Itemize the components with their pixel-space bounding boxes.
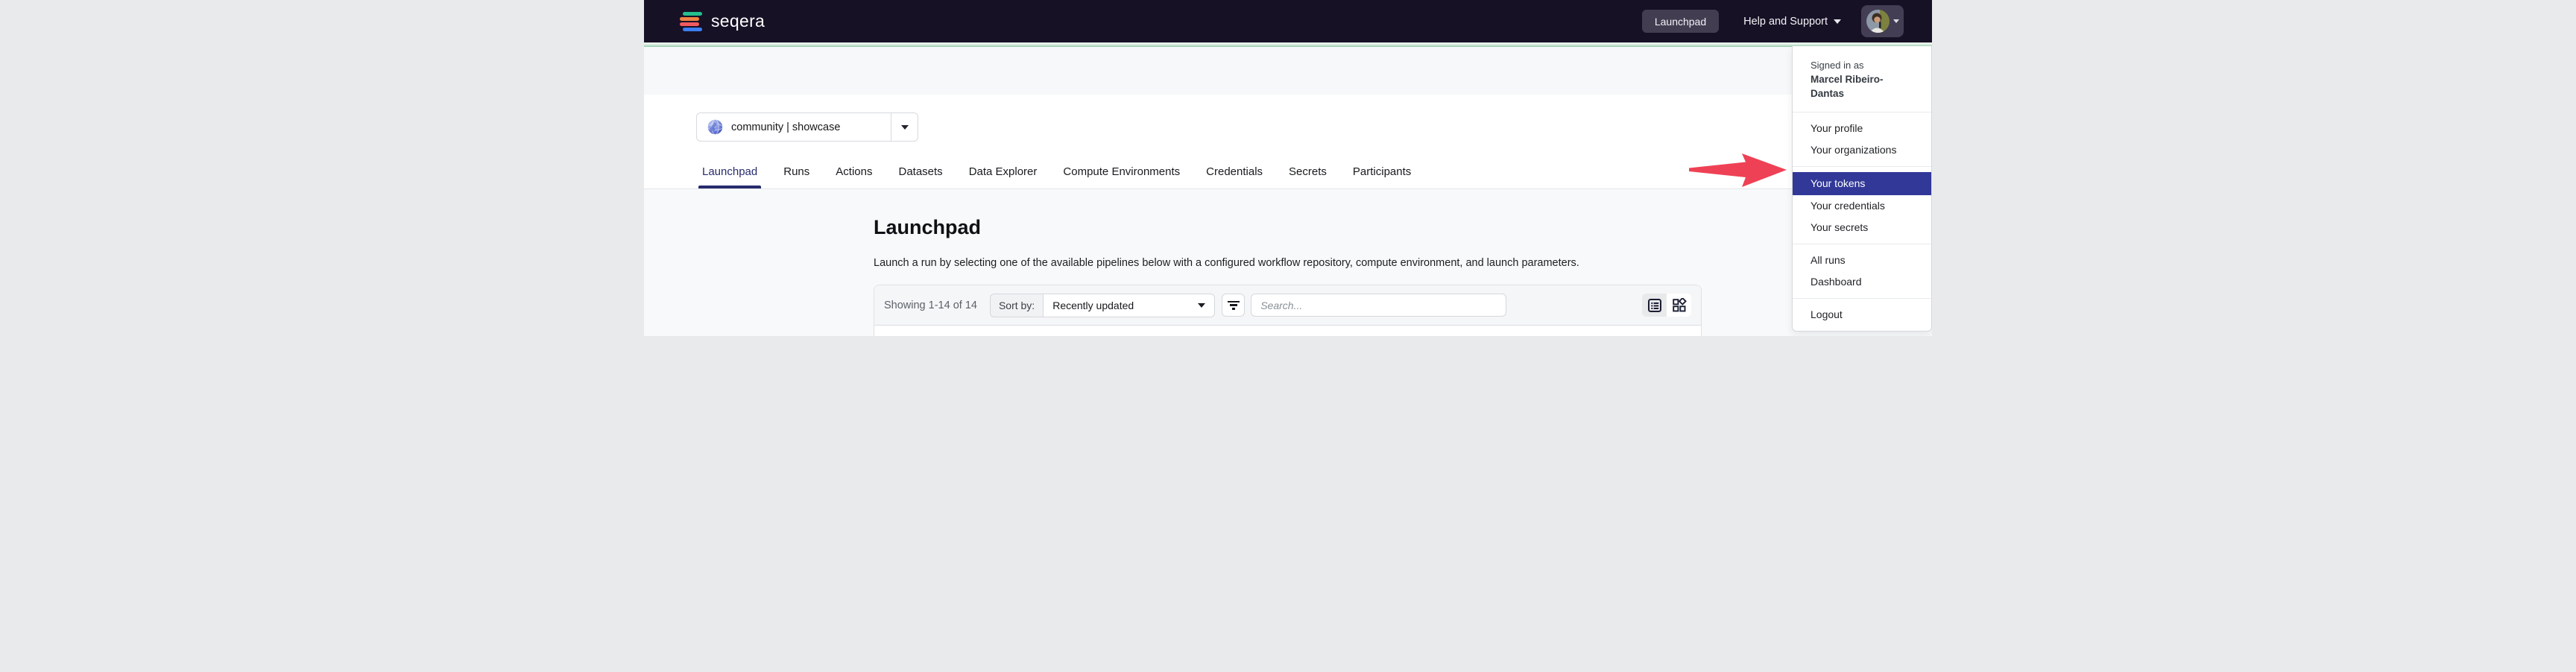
globe-icon (707, 119, 723, 135)
menu-item-your-organizations[interactable]: Your organizations (1793, 139, 1931, 161)
brand-name: seqera (711, 11, 765, 31)
pipelines-toolbar: Showing 1-14 of 14 Sort by: Recently upd… (874, 285, 1701, 326)
tab-datasets[interactable]: Datasets (897, 158, 943, 188)
chevron-down-icon (1198, 303, 1205, 308)
chevron-down-icon (901, 125, 909, 130)
list-view-icon (1647, 298, 1662, 313)
pipelines-panel: Showing 1-14 of 14 Sort by: Recently upd… (874, 285, 1702, 336)
view-mode-toggle (1642, 294, 1691, 317)
chevron-down-icon (1893, 19, 1899, 23)
search-input[interactable] (1251, 294, 1506, 317)
filter-button[interactable] (1222, 294, 1245, 317)
user-menu-group-runs: All runs Dashboard (1793, 244, 1931, 298)
signed-in-as-label: Signed in as (1811, 58, 1913, 72)
menu-item-your-profile[interactable]: Your profile (1793, 118, 1931, 139)
workspace-selector-caret[interactable] (891, 113, 918, 141)
seqera-app-screen: seqera Launchpad Help and Support (644, 0, 1932, 336)
avatar (1866, 10, 1890, 33)
page-title: Launchpad (874, 216, 981, 239)
user-avatar-button[interactable] (1861, 5, 1904, 37)
user-menu-header: Signed in as Marcel Ribeiro-Dantas (1793, 46, 1931, 112)
grid-view-icon (1672, 298, 1687, 313)
menu-item-dashboard[interactable]: Dashboard (1793, 271, 1931, 293)
sort-select[interactable]: Recently updated (1043, 294, 1215, 317)
sort-select-value: Recently updated (1052, 299, 1134, 311)
menu-item-your-secrets[interactable]: Your secrets (1793, 217, 1931, 238)
menu-item-all-runs[interactable]: All runs (1793, 250, 1931, 271)
tab-compute-environments[interactable]: Compute Environments (1062, 158, 1181, 188)
tab-secrets[interactable]: Secrets (1288, 158, 1328, 188)
main-content: Launchpad Launch a run by selecting one … (644, 189, 1932, 336)
workspace-selector-value: community | showcase (697, 113, 891, 141)
menu-item-your-tokens[interactable]: Your tokens (1793, 172, 1931, 195)
list-view-button[interactable] (1642, 294, 1667, 317)
top-navbar: seqera Launchpad Help and Support (644, 0, 1932, 42)
filter-icon (1228, 301, 1240, 310)
menu-item-logout[interactable]: Logout (1793, 304, 1931, 326)
tab-launchpad[interactable]: Launchpad (701, 158, 758, 188)
navbar-right-cluster: Launchpad Help and Support (1642, 5, 1904, 37)
seqera-logo-icon (680, 12, 702, 31)
user-dropdown-menu: Signed in as Marcel Ribeiro-Dantas Your … (1792, 46, 1932, 332)
tab-data-explorer[interactable]: Data Explorer (968, 158, 1038, 188)
chevron-down-icon (1834, 19, 1841, 24)
help-and-support-menu[interactable]: Help and Support (1743, 16, 1841, 28)
grid-view-button[interactable] (1667, 294, 1691, 317)
navbar-launchpad-button[interactable]: Launchpad (1642, 10, 1719, 33)
tab-credentials[interactable]: Credentials (1205, 158, 1263, 188)
tab-runs[interactable]: Runs (783, 158, 810, 188)
user-menu-group-profile: Your profile Your organizations (1793, 112, 1931, 166)
results-count: Showing 1-14 of 14 (884, 299, 977, 311)
sort-by-label: Sort by: (990, 294, 1043, 317)
user-name: Marcel Ribeiro-Dantas (1811, 72, 1913, 101)
seqera-logo[interactable]: seqera (680, 11, 765, 31)
sort-control: Sort by: Recently updated (990, 294, 1215, 317)
user-menu-group-logout: Logout (1793, 299, 1931, 331)
page-description: Launch a run by selecting one of the ava… (874, 257, 1579, 269)
tab-actions[interactable]: Actions (835, 158, 873, 188)
subheader-band (644, 47, 1932, 95)
user-menu-group-secrets: Your tokens Your credentials Your secret… (1793, 167, 1931, 244)
help-and-support-label: Help and Support (1743, 16, 1828, 28)
workspace-tabs: Launchpad Runs Actions Datasets Data Exp… (701, 158, 1412, 188)
menu-item-your-credentials[interactable]: Your credentials (1793, 195, 1931, 217)
tab-participants[interactable]: Participants (1352, 158, 1412, 188)
workspace-name: community | showcase (731, 121, 840, 133)
red-annotation-arrow (1689, 153, 1789, 188)
workspace-selector[interactable]: community | showcase (696, 112, 918, 142)
